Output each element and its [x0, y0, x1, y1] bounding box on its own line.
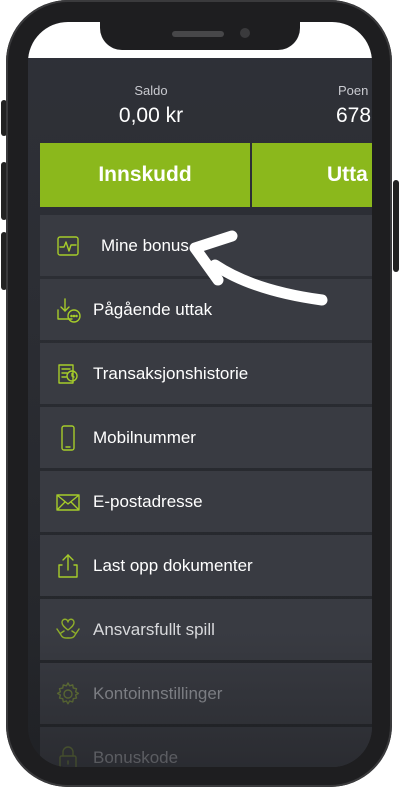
menu-item-transaksjonshistorie[interactable]: Transaksjonshistorie [40, 343, 372, 404]
menu-item-kontoinnstillinger[interactable]: Kontoinnstillinger [40, 663, 372, 724]
withdraw-button[interactable]: Utta [252, 143, 372, 207]
menu-item-label: E-postadresse [93, 491, 203, 511]
envelope-icon [56, 493, 80, 511]
menu-item-label: Last opp dokumenter [93, 555, 253, 575]
menu-item-mine-bonus[interactable]: Mine bonus [40, 215, 372, 276]
hands-heart-icon [56, 618, 80, 639]
menu-item-label: Kontoinnstillinger [93, 683, 223, 703]
receipt-history-icon [58, 363, 78, 384]
poeng-label: Poen [338, 83, 369, 98]
status-bar [28, 22, 372, 58]
account-menu: Mine bonus Pågående uttak Transaksjonshi… [40, 215, 372, 767]
saldo-value: 0,00 kr [118, 104, 184, 127]
menu-item-bonuskode[interactable]: Bonuskode [40, 727, 372, 767]
saldo-label: Saldo [134, 83, 168, 98]
menu-item-label: Bonuskode [93, 747, 179, 767]
phone-frame: Saldo 0,00 kr Poen 678 Innskudd Utta Min… [0, 0, 400, 791]
menu-item-e-postadresse[interactable]: E-postadresse [40, 471, 372, 532]
action-buttons: Innskudd Utta [40, 143, 372, 207]
menu-item-label: Mobilnummer [93, 427, 196, 447]
poeng-balance: Poen 678 [328, 83, 372, 128]
menu-item-label: Pågående uttak [93, 299, 213, 319]
upload-icon [58, 553, 78, 578]
menu-item-ansvarsfullt-spill[interactable]: Ansvarsfullt spill [40, 599, 372, 660]
menu-item-pagaende-uttak[interactable]: Pågående uttak [40, 279, 372, 340]
menu-item-label: Transaksjonshistorie [93, 363, 249, 383]
saldo-balance: Saldo 0,00 kr [96, 83, 206, 128]
app-screen: Saldo 0,00 kr Poen 678 Innskudd Utta Min… [28, 22, 372, 767]
menu-item-mobilnummer[interactable]: Mobilnummer [40, 407, 372, 468]
deposit-button[interactable]: Innskudd [40, 143, 250, 207]
menu-item-last-opp-dokumenter[interactable]: Last opp dokumenter [40, 535, 372, 596]
poeng-value: 678 [336, 104, 372, 127]
activity-chart-icon [57, 235, 79, 256]
lock-icon [59, 745, 77, 767]
menu-item-label: Ansvarsfullt spill [93, 619, 215, 639]
mobile-phone-icon [61, 424, 75, 451]
gear-icon [56, 681, 80, 704]
download-pending-icon [57, 297, 81, 323]
menu-item-label: Mine bonus [101, 235, 189, 255]
phone-power-button [393, 180, 399, 272]
withdraw-label: Utta [327, 163, 368, 186]
